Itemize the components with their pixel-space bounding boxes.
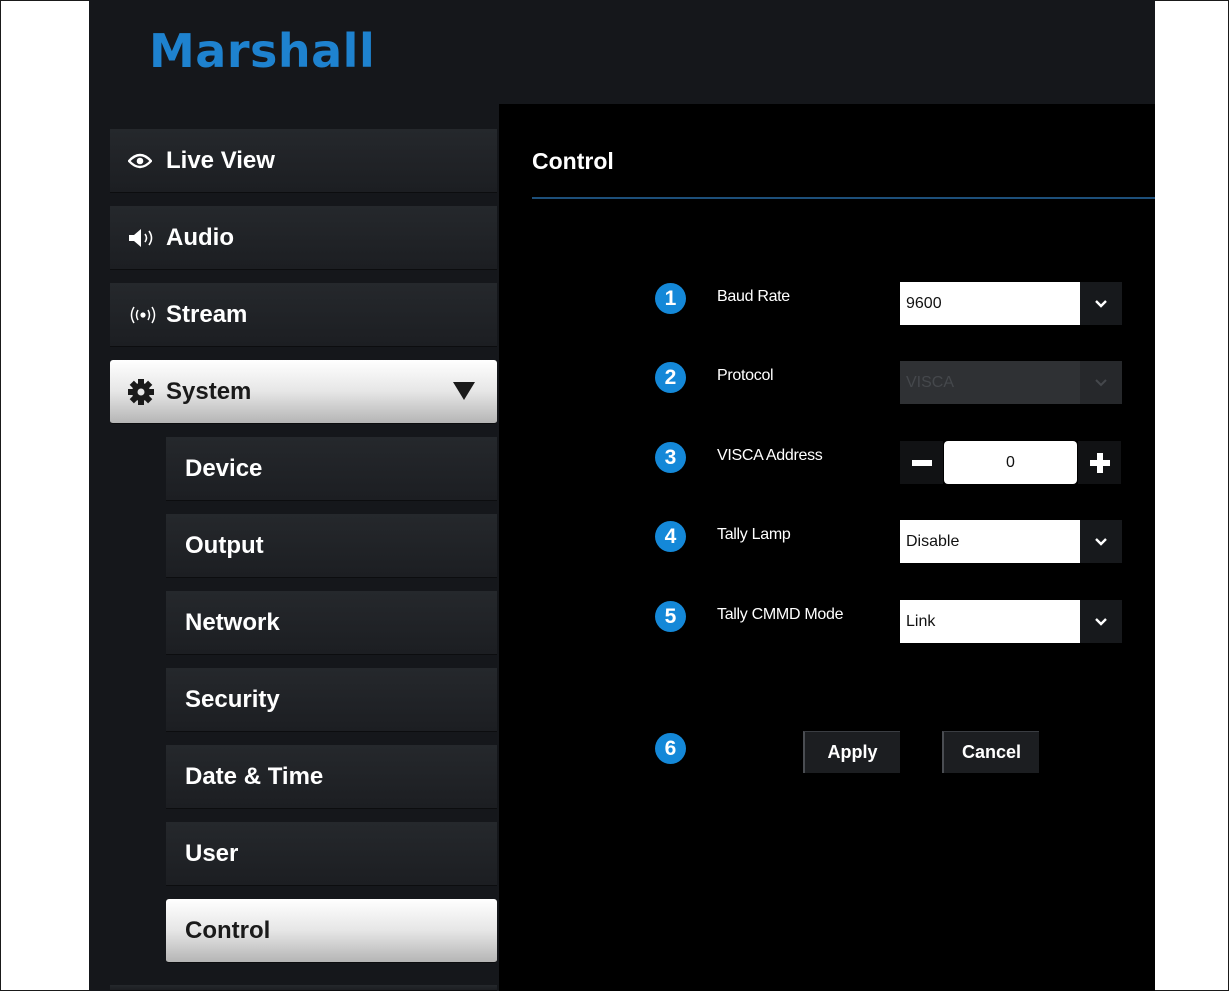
sidebar-item-label: Audio bbox=[166, 223, 234, 251]
field-protocol: 2 Protocol VISCA bbox=[499, 361, 1155, 405]
caret-down-icon bbox=[453, 382, 475, 400]
app-window: Marshall Live View Audio Stream System D… bbox=[89, 0, 1155, 991]
visca-address-stepper: 0 bbox=[900, 441, 1122, 484]
select-value: 9600 bbox=[900, 282, 1080, 325]
sidebar-item-label: Device bbox=[185, 454, 263, 482]
broadcast-icon bbox=[128, 306, 162, 324]
select-value: VISCA bbox=[900, 361, 1080, 404]
field-label: VISCA Address bbox=[717, 447, 823, 464]
field-label: Baud Rate bbox=[717, 288, 790, 305]
chevron-down-icon[interactable] bbox=[1080, 600, 1122, 643]
sidebar-item-device[interactable]: Device bbox=[166, 437, 497, 501]
sidebar-item-label: Stream bbox=[166, 300, 248, 328]
step-badge: 5 bbox=[655, 601, 686, 632]
field-tally-cmmd-mode: 5 Tally CMMD Mode Link bbox=[499, 600, 1155, 644]
sidebar-item-label: Network bbox=[185, 608, 280, 636]
sidebar-item-control[interactable]: Control bbox=[166, 899, 497, 963]
field-label: Tally Lamp bbox=[717, 526, 791, 543]
sidebar-item-user[interactable]: User bbox=[166, 822, 497, 886]
step-badge: 2 bbox=[655, 362, 686, 393]
sidebar-item-live-view[interactable]: Live View bbox=[110, 129, 497, 193]
sidebar-item-stream[interactable]: Stream bbox=[110, 283, 497, 347]
select-value: Disable bbox=[900, 520, 1080, 563]
sidebar-item-label: Live View bbox=[166, 146, 275, 174]
chevron-down-icon[interactable] bbox=[1080, 520, 1122, 563]
sidebar-item-output[interactable]: Output bbox=[166, 514, 497, 578]
sidebar-item-security[interactable]: Security bbox=[166, 668, 497, 732]
chevron-down-icon[interactable] bbox=[1080, 282, 1122, 325]
main-content: Control 1 Baud Rate 9600 2 Protocol VISC… bbox=[499, 104, 1155, 991]
sidebar: Live View Audio Stream System Device Out… bbox=[89, 0, 499, 991]
tally-cmmd-mode-select[interactable]: Link bbox=[900, 600, 1122, 643]
tally-lamp-select[interactable]: Disable bbox=[900, 520, 1122, 563]
plus-icon[interactable] bbox=[1078, 441, 1121, 484]
select-value: Link bbox=[900, 600, 1080, 643]
field-tally-lamp: 4 Tally Lamp Disable bbox=[499, 520, 1155, 564]
sidebar-item-network[interactable]: Network bbox=[166, 591, 497, 655]
minus-icon[interactable] bbox=[900, 441, 943, 484]
cancel-button[interactable]: Cancel bbox=[942, 731, 1039, 773]
step-badge: 1 bbox=[655, 283, 686, 314]
sidebar-item-partial bbox=[110, 985, 497, 991]
apply-button[interactable]: Apply bbox=[803, 731, 900, 773]
field-label: Tally CMMD Mode bbox=[717, 606, 844, 623]
field-baud-rate: 1 Baud Rate 9600 bbox=[499, 282, 1155, 326]
sidebar-item-date-time[interactable]: Date & Time bbox=[166, 745, 497, 809]
sidebar-item-label: Control bbox=[185, 916, 271, 944]
visca-address-input[interactable]: 0 bbox=[944, 441, 1077, 484]
speaker-icon bbox=[128, 228, 162, 248]
protocol-select: VISCA bbox=[900, 361, 1122, 404]
page-title: Control bbox=[532, 148, 614, 174]
title-divider bbox=[532, 197, 1155, 199]
field-visca-address: 3 VISCA Address 0 bbox=[499, 441, 1155, 485]
sidebar-item-label: System bbox=[166, 377, 252, 405]
sidebar-item-label: Date & Time bbox=[185, 762, 324, 790]
field-label: Protocol bbox=[717, 367, 774, 384]
sidebar-item-system[interactable]: System bbox=[110, 360, 497, 424]
chevron-down-icon bbox=[1080, 361, 1122, 404]
step-badge: 6 bbox=[655, 733, 686, 764]
gear-icon bbox=[128, 378, 162, 405]
sidebar-item-label: Security bbox=[185, 685, 280, 713]
sidebar-item-label: User bbox=[185, 839, 239, 867]
step-badge: 4 bbox=[655, 521, 686, 552]
step-badge: 3 bbox=[655, 442, 686, 473]
baud-rate-select[interactable]: 9600 bbox=[900, 282, 1122, 325]
eye-icon bbox=[128, 153, 162, 169]
sidebar-item-audio[interactable]: Audio bbox=[110, 206, 497, 270]
sidebar-item-label: Output bbox=[185, 531, 264, 559]
